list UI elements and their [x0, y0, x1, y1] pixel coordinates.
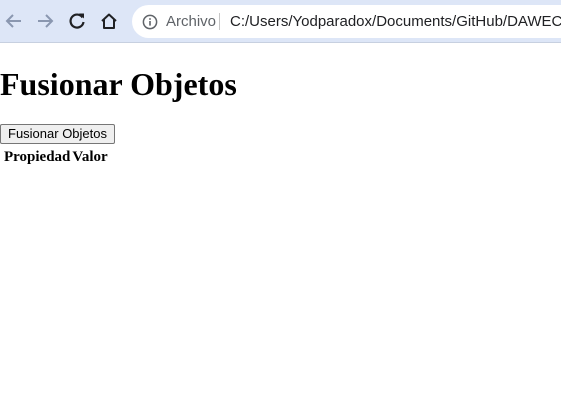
back-arrow-icon	[4, 11, 24, 31]
reload-icon	[67, 11, 87, 31]
forward-button[interactable]	[31, 7, 59, 35]
column-header-value: Valor	[72, 149, 108, 165]
home-button[interactable]	[95, 7, 123, 35]
browser-toolbar: Archivo C:/Users/Yodparadox/Documents/Gi…	[0, 0, 561, 43]
reload-button[interactable]	[63, 7, 91, 35]
home-icon	[99, 11, 119, 31]
page-content: Fusionar Objetos Fusionar Objetos Propie…	[0, 44, 561, 418]
info-icon[interactable]	[142, 14, 158, 34]
table-header-row: Propiedad Valor	[4, 148, 108, 167]
forward-arrow-icon	[35, 11, 55, 31]
site-info-chip[interactable]: Archivo	[166, 13, 216, 30]
page-title: Fusionar Objetos	[0, 66, 237, 102]
chip-separator	[219, 13, 220, 30]
properties-table: Propiedad Valor	[2, 146, 110, 169]
back-button[interactable]	[0, 7, 28, 35]
address-bar[interactable]: Archivo C:/Users/Yodparadox/Documents/Gi…	[132, 5, 561, 38]
url-text[interactable]: C:/Users/Yodparadox/Documents/GitHub/DAW…	[230, 13, 561, 30]
merge-objects-button[interactable]: Fusionar Objetos	[0, 124, 115, 144]
column-header-property: Propiedad	[4, 149, 71, 165]
